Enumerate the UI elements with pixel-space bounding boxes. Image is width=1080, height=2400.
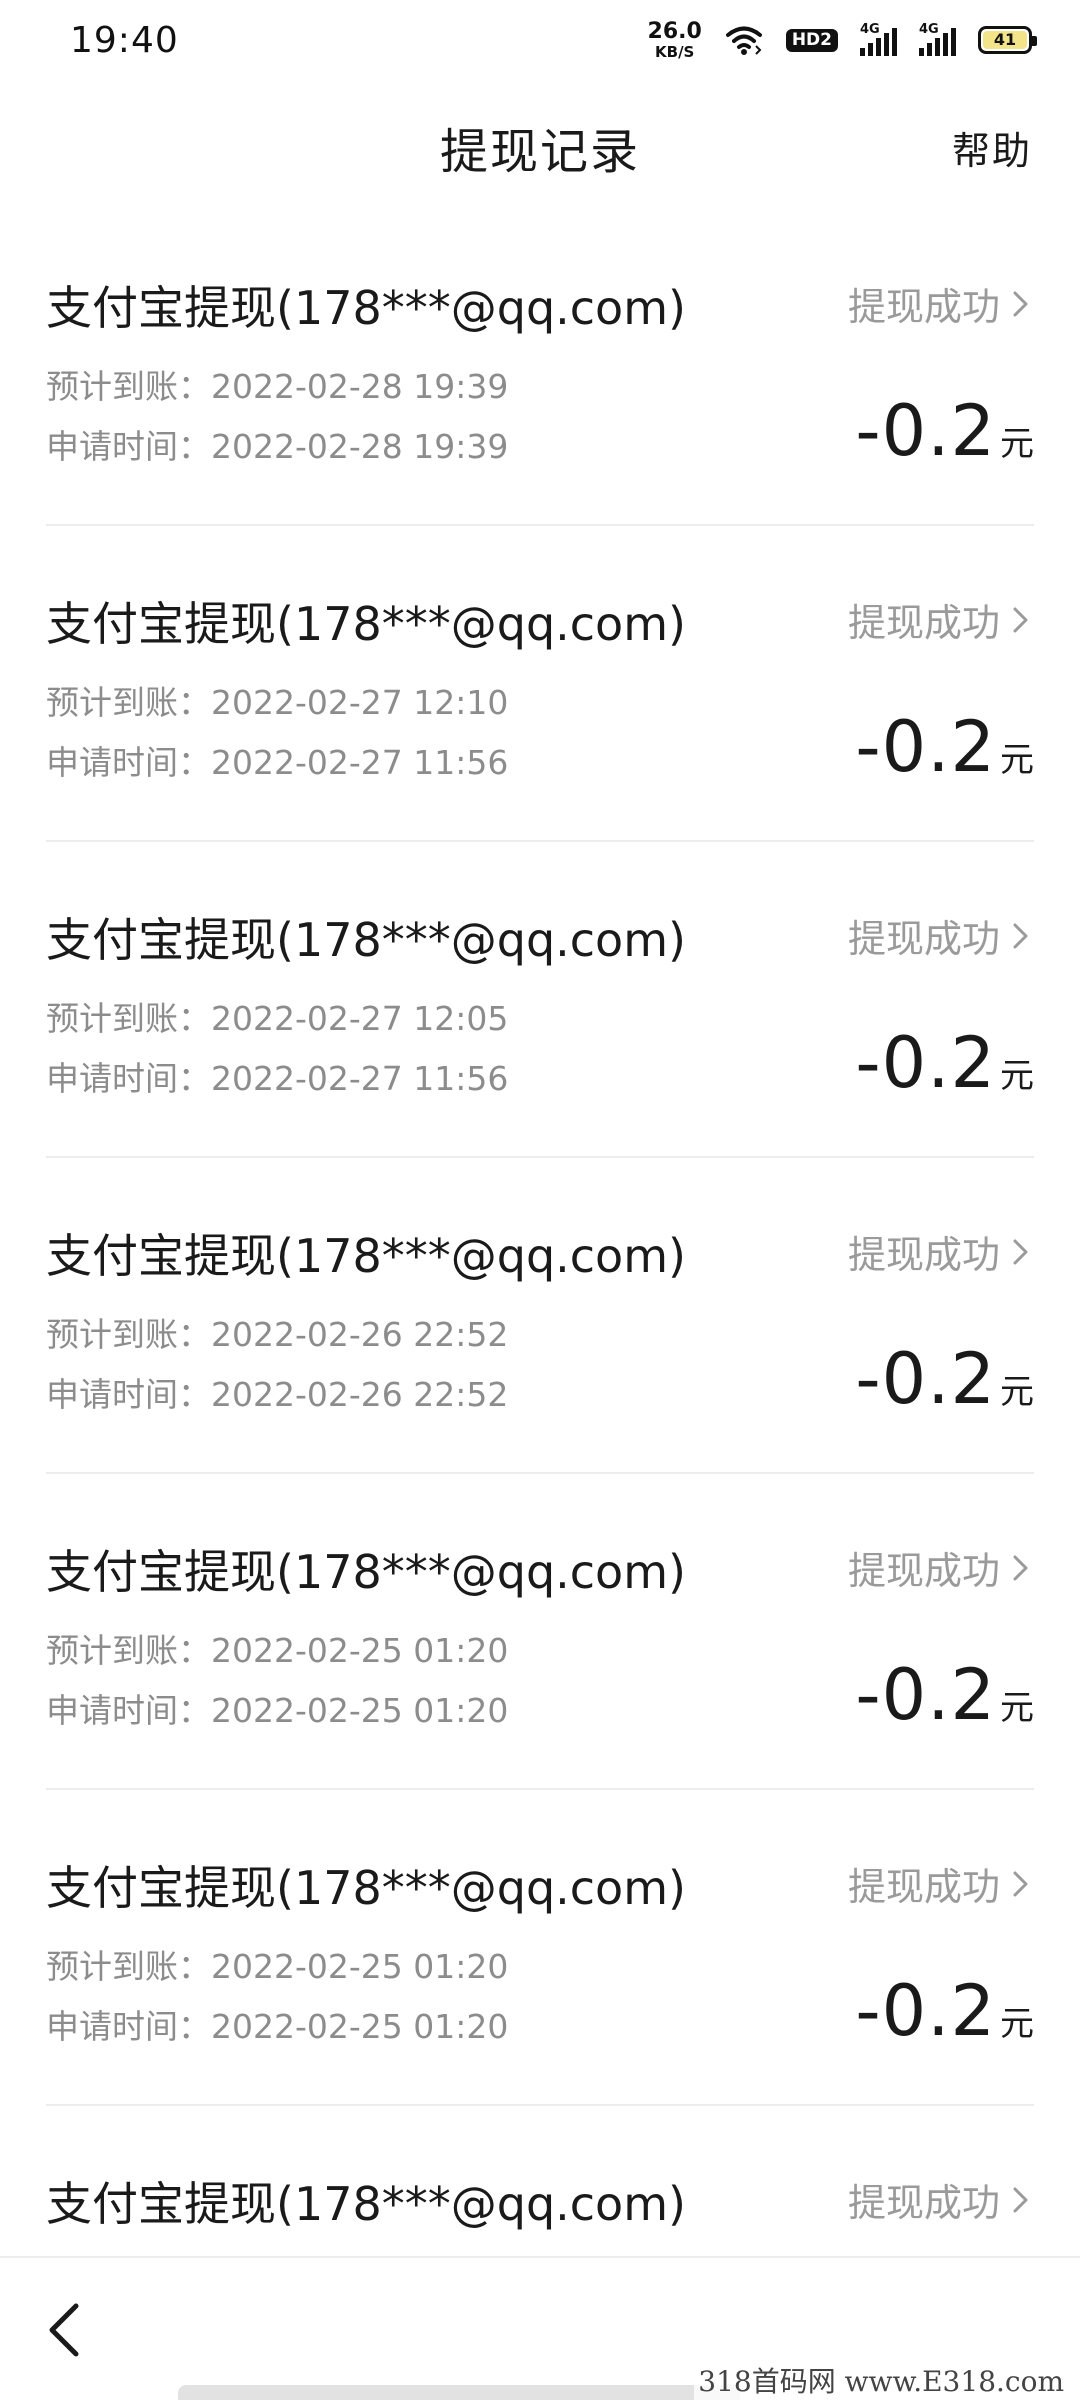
record-item[interactable]: 支付宝提现(178***@qq.com) 提现成功 预计到账：2022-02-2… xyxy=(46,210,1034,526)
status-icons: 26.0 KB/S HD2 4G 4G 41 xyxy=(647,18,1037,61)
record-title: 支付宝提现(178***@qq.com) xyxy=(46,1861,686,1915)
record-applied-time: 申请时间：2022-02-25 01:20 xyxy=(46,1691,509,1730)
record-status[interactable]: 提现成功 xyxy=(848,1540,1034,1595)
wifi-icon xyxy=(725,26,762,55)
record-status[interactable]: 提现成功 xyxy=(848,276,1034,331)
screen: 19:40 26.0 KB/S HD2 4G 4G 41 提现记录 帮助 支付宝… xyxy=(0,0,1080,2400)
status-time: 19:40 xyxy=(70,19,179,61)
record-status[interactable]: 提现成功 xyxy=(848,1224,1034,1279)
record-amount-value: -0.2 xyxy=(855,1338,996,1420)
chevron-right-icon xyxy=(1013,923,1028,948)
record-amount-value: -0.2 xyxy=(855,1654,996,1736)
record-amount-unit: 元 xyxy=(1000,1372,1034,1412)
record-status-label: 提现成功 xyxy=(847,601,1000,645)
withdrawal-record-list: 支付宝提现(178***@qq.com) 提现成功 预计到账：2022-02-2… xyxy=(46,210,1034,2400)
record-status[interactable]: 提现成功 xyxy=(848,592,1034,647)
record-expected-time: 预计到账：2022-02-25 01:20 xyxy=(46,1631,509,1670)
record-amount-value: -0.2 xyxy=(855,390,996,472)
record-title: 支付宝提现(178***@qq.com) xyxy=(46,2177,686,2231)
battery-level: 41 xyxy=(983,31,1027,49)
battery-icon: 41 xyxy=(978,26,1037,54)
record-amount: -0.2 元 xyxy=(855,1022,1034,1104)
record-status-label: 提现成功 xyxy=(847,917,1000,961)
signal-type-label: 4G xyxy=(919,22,939,37)
chevron-right-icon xyxy=(1013,1239,1028,1264)
record-amount-unit: 元 xyxy=(1000,424,1034,464)
record-status-label: 提现成功 xyxy=(847,2181,1000,2225)
record-expected-time: 预计到账：2022-02-25 01:20 xyxy=(46,1947,509,1986)
record-amount-unit: 元 xyxy=(1000,740,1034,780)
header: 提现记录 帮助 xyxy=(0,80,1080,210)
record-status-label: 提现成功 xyxy=(847,1865,1000,1909)
chevron-right-icon xyxy=(1013,291,1028,316)
net-speed-indicator: 26.0 KB/S xyxy=(647,18,702,61)
watermark: 318首码网 www.E318.com xyxy=(694,2360,1068,2400)
record-expected-time: 预计到账：2022-02-27 12:10 xyxy=(46,683,509,722)
record-applied-time: 申请时间：2022-02-26 22:52 xyxy=(46,1375,509,1414)
record-item[interactable]: 支付宝提现(178***@qq.com) 提现成功 预计到账：2022-02-2… xyxy=(46,1158,1034,1474)
record-applied-time: 申请时间：2022-02-27 11:56 xyxy=(46,743,509,782)
record-item[interactable]: 支付宝提现(178***@qq.com) 提现成功 预计到账：2022-02-2… xyxy=(46,1790,1034,2106)
record-amount-value: -0.2 xyxy=(855,1970,996,2052)
record-amount-unit: 元 xyxy=(1000,2004,1034,2044)
record-expected-time: 预计到账：2022-02-26 22:52 xyxy=(46,1315,509,1354)
record-amount-value: -0.2 xyxy=(855,1022,996,1104)
signal-type-label: 4G xyxy=(860,22,880,37)
record-title: 支付宝提现(178***@qq.com) xyxy=(46,1545,686,1599)
record-expected-time: 预计到账：2022-02-27 12:05 xyxy=(46,999,509,1038)
chevron-right-icon xyxy=(1013,1555,1028,1580)
record-status[interactable]: 提现成功 xyxy=(848,2172,1034,2227)
record-title: 支付宝提现(178***@qq.com) xyxy=(46,597,686,651)
record-item[interactable]: 支付宝提现(178***@qq.com) 提现成功 预计到账：2022-02-2… xyxy=(46,1474,1034,1790)
record-status-label: 提现成功 xyxy=(847,1549,1000,1593)
net-speed-unit: KB/S xyxy=(655,42,695,61)
chevron-right-icon xyxy=(1013,1871,1028,1896)
signal-icon: 4G xyxy=(860,22,897,56)
hd-icon: HD2 xyxy=(785,28,838,52)
record-item[interactable]: 支付宝提现(178***@qq.com) 提现成功 预计到账：2022-02-2… xyxy=(46,842,1034,1158)
record-amount-value: -0.2 xyxy=(855,706,996,788)
help-button[interactable]: 帮助 xyxy=(952,120,1032,175)
record-amount: -0.2 元 xyxy=(855,706,1034,788)
record-title: 支付宝提现(178***@qq.com) xyxy=(46,913,686,967)
home-indicator[interactable] xyxy=(178,2385,740,2400)
record-title: 支付宝提现(178***@qq.com) xyxy=(46,281,686,335)
record-title: 支付宝提现(178***@qq.com) xyxy=(46,1229,686,1283)
record-applied-time: 申请时间：2022-02-28 19:39 xyxy=(46,427,509,466)
record-status-label: 提现成功 xyxy=(847,285,1000,329)
net-speed-value: 26.0 xyxy=(647,18,702,44)
record-amount: -0.2 元 xyxy=(855,390,1034,472)
page-title: 提现记录 xyxy=(439,124,640,180)
status-bar: 19:40 26.0 KB/S HD2 4G 4G 41 xyxy=(0,0,1080,80)
record-applied-time: 申请时间：2022-02-27 11:56 xyxy=(46,1059,509,1098)
chevron-right-icon xyxy=(1013,2187,1028,2212)
record-amount: -0.2 元 xyxy=(855,1338,1034,1420)
record-status[interactable]: 提现成功 xyxy=(848,1856,1034,1911)
record-amount-unit: 元 xyxy=(1000,1688,1034,1728)
back-button[interactable] xyxy=(40,2298,90,2362)
record-status-label: 提现成功 xyxy=(847,1233,1000,1277)
record-amount-unit: 元 xyxy=(1000,1056,1034,1096)
signal-icon: 4G xyxy=(919,22,956,56)
record-expected-time: 预计到账：2022-02-28 19:39 xyxy=(46,367,509,406)
record-amount: -0.2 元 xyxy=(855,1970,1034,2052)
record-applied-time: 申请时间：2022-02-25 01:20 xyxy=(46,2007,509,2046)
record-status[interactable]: 提现成功 xyxy=(848,908,1034,963)
record-item[interactable]: 支付宝提现(178***@qq.com) 提现成功 预计到账：2022-02-2… xyxy=(46,526,1034,842)
record-amount: -0.2 元 xyxy=(855,1654,1034,1736)
chevron-right-icon xyxy=(1013,607,1028,632)
